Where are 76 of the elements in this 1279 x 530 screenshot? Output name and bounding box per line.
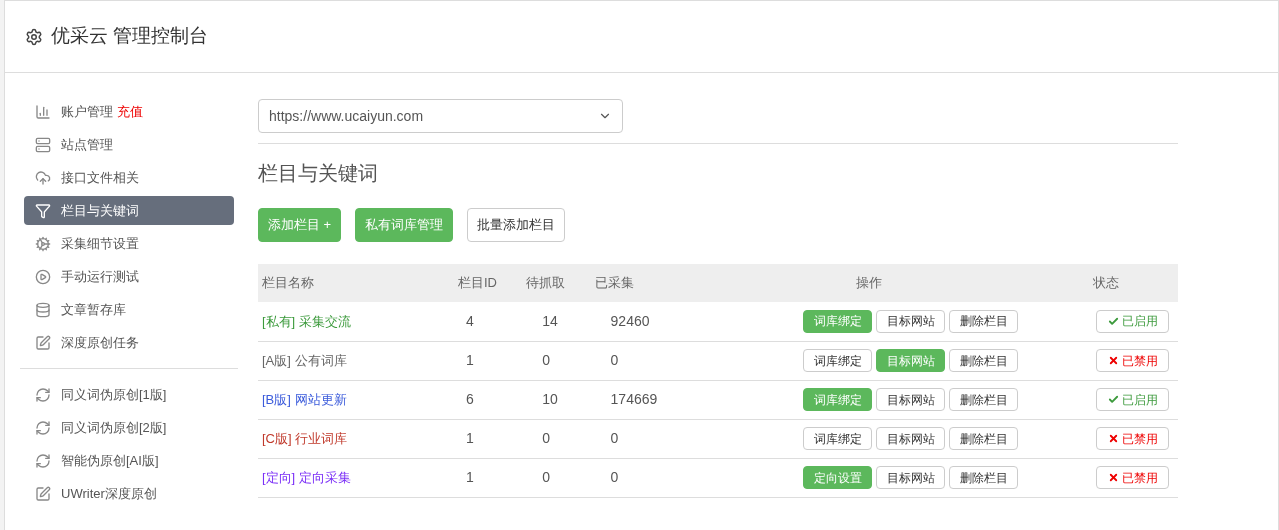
column-header: 栏目名称 <box>262 275 314 291</box>
cross-icon <box>1107 433 1119 444</box>
column-header: 状态 <box>1093 275 1120 291</box>
table-cell: 174669 <box>610 391 658 407</box>
refresh-icon <box>35 419 51 436</box>
table-cell: 0 <box>610 430 619 446</box>
edit-icon <box>35 485 51 502</box>
sidebar-item[interactable]: 栏目与关键词 <box>24 196 234 225</box>
table-cell: 1 <box>466 352 474 368</box>
sidebar-item[interactable]: 文章暂存库 <box>24 295 234 324</box>
column-name-link[interactable]: [C版] 行业词库 <box>262 430 348 446</box>
sidebar-item[interactable]: 同义词伪原创[2版] <box>24 413 234 442</box>
check-icon <box>1107 315 1119 327</box>
table-cell: 6 <box>466 391 474 407</box>
cloud-upload-icon <box>35 169 51 186</box>
status-button[interactable]: 已启用 <box>1096 309 1169 333</box>
status-button[interactable]: 已启用 <box>1096 388 1169 411</box>
column-name-link[interactable]: [B版] 网站更新 <box>262 391 347 407</box>
filter-icon <box>35 202 51 219</box>
site-select[interactable]: https://www.ucaiyun.com <box>258 99 623 133</box>
gear-icon <box>35 235 51 252</box>
sidebar-item[interactable]: 采集细节设置 <box>24 229 234 258</box>
sidebar-item[interactable]: 账户管理 充值 <box>24 97 234 126</box>
status-button[interactable]: 已禁用 <box>1096 349 1169 372</box>
column-header: 待抓取 <box>526 275 566 291</box>
column-header: 操作 <box>856 275 883 291</box>
table-cell: 4 <box>466 312 474 329</box>
play-icon <box>35 268 51 285</box>
database-icon <box>35 301 51 318</box>
sidebar-item[interactable]: 站点管理 <box>24 130 234 159</box>
column-header: 栏目ID <box>458 275 497 291</box>
table-cell: 0 <box>610 352 619 368</box>
table-cell: 0 <box>542 430 551 446</box>
action-button[interactable]: 删除栏目 <box>949 427 1019 450</box>
sidebar-item[interactable]: 手动运行测试 <box>24 262 234 291</box>
status-button[interactable]: 已禁用 <box>1096 466 1169 489</box>
cross-icon <box>1107 472 1119 483</box>
table-cell: 0 <box>542 352 551 368</box>
action-button[interactable]: 删除栏目 <box>949 466 1019 489</box>
sidebar-item[interactable]: 深度原创任务 <box>24 328 234 357</box>
action-button[interactable]: 删除栏目 <box>949 349 1019 372</box>
sidebar-item[interactable]: UWriter深度原创 <box>24 479 234 508</box>
column-name-link[interactable]: [私有] 采集交流 <box>262 313 351 329</box>
check-icon <box>1107 394 1119 405</box>
action-button[interactable]: 目标网站 <box>876 427 946 450</box>
action-button[interactable]: 词库绑定 <box>803 427 873 450</box>
action-button[interactable]: 删除栏目 <box>949 309 1019 333</box>
table-cell: 92460 <box>610 312 650 329</box>
action-button[interactable]: 目标网站 <box>876 388 946 411</box>
table-cell: 1 <box>466 469 474 485</box>
table-cell: 0 <box>542 469 551 485</box>
cross-icon <box>1107 355 1119 366</box>
table-cell: 14 <box>542 312 558 329</box>
sidebar-item[interactable]: 接口文件相关 <box>24 163 234 192</box>
settings-icon <box>25 27 43 46</box>
sidebar-item[interactable]: 智能伪原创[AI版] <box>24 446 234 475</box>
table-cell: 10 <box>542 391 558 407</box>
action-button[interactable]: 目标网站 <box>876 309 946 333</box>
chart-icon <box>35 103 51 120</box>
refresh-icon <box>35 452 51 469</box>
toolbar-button[interactable]: 批量添加栏目 <box>467 208 566 242</box>
server-icon <box>35 136 51 153</box>
column-name-link[interactable]: [定向] 定向采集 <box>262 469 351 485</box>
sidebar-item[interactable]: 同义词伪原创[1版] <box>24 380 234 409</box>
action-button[interactable]: 目标网站 <box>876 466 946 489</box>
console-title: 优采云 管理控制台 <box>51 24 209 49</box>
refresh-icon <box>35 386 51 403</box>
action-button[interactable]: 删除栏目 <box>949 388 1019 411</box>
action-button[interactable]: 词库绑定 <box>803 349 873 372</box>
section-heading: 栏目与关键词 <box>258 161 379 186</box>
column-name-link[interactable]: [A版] 公有词库 <box>262 352 347 368</box>
table-cell: 0 <box>610 469 619 485</box>
column-header: 已采集 <box>594 275 634 291</box>
edit-icon <box>35 334 51 351</box>
table-cell: 1 <box>466 430 474 446</box>
status-button[interactable]: 已禁用 <box>1096 427 1169 450</box>
